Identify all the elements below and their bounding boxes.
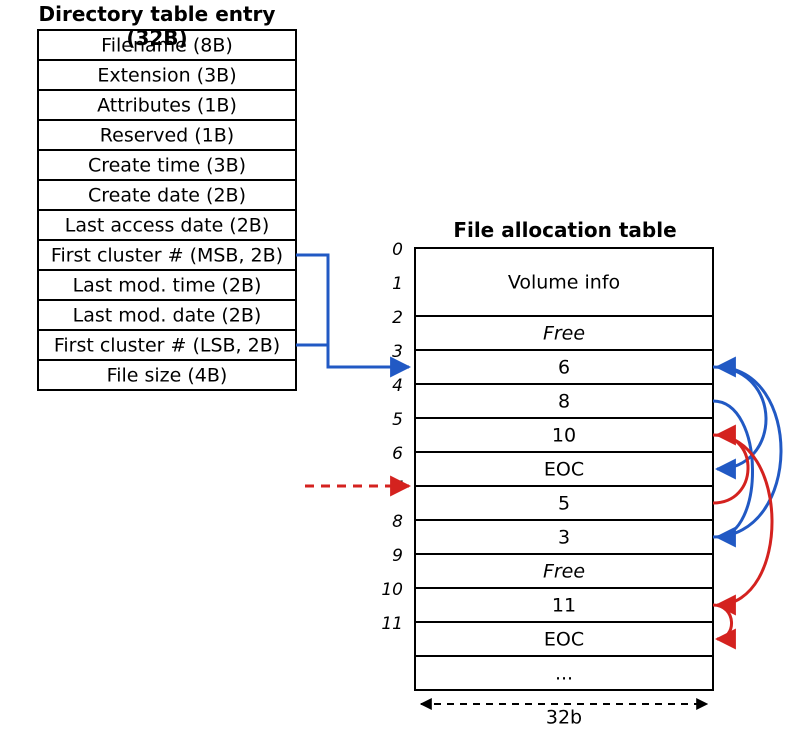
fat-row-label: 11 [552, 595, 576, 617]
fat-index: 3 [392, 342, 403, 362]
dir-row-label: Last mod. time (2B) [73, 275, 262, 297]
fat-width-dimension: 32b [421, 704, 707, 729]
fat-row-label: 5 [558, 493, 570, 515]
arrows-layer [296, 255, 781, 639]
dir-row-label: Attributes (1B) [97, 95, 237, 117]
fat-row-label: 8 [558, 391, 570, 413]
fat-index: 8 [392, 512, 403, 532]
fat-row-label: EOC [544, 459, 584, 481]
fat-row-label: EOC [544, 629, 584, 651]
fat-index: 0 [392, 240, 403, 260]
fat-row-label: 6 [558, 357, 570, 379]
fat-index: 11 [381, 614, 403, 634]
fat-row-label: 3 [558, 527, 570, 549]
dir-row-label: Create time (3B) [88, 155, 246, 177]
width-dimension-label: 32b [546, 707, 582, 729]
dir-row-label: Last access date (2B) [65, 215, 270, 237]
fat-row-label: Volume info [508, 272, 620, 294]
fat-index: 10 [381, 580, 403, 600]
dir-row-label: File size (4B) [107, 365, 228, 387]
dir-row-label: First cluster # (LSB, 2B) [54, 335, 280, 357]
fat-index: 7 [392, 478, 403, 498]
fat-row-label: Free [543, 561, 585, 583]
fat-row-label: 10 [552, 425, 576, 447]
fat-index: 2 [392, 308, 403, 328]
diagram-svg: Filename (8B) Extension (3B) Attributes (1… [0, 0, 800, 734]
dir-row-label: First cluster # (MSB, 2B) [51, 245, 283, 267]
dir-row-label: Reserved (1B) [100, 125, 234, 147]
fat-table: 0 1 2 3 4 5 6 7 8 9 10 11 Volume info Free 6 8 10 EOC 5 3 Fr… [381, 240, 713, 690]
fat-index: 5 [392, 410, 403, 430]
dir-row-label: Create date (2B) [88, 185, 246, 207]
fat-index: 9 [392, 546, 403, 566]
fat-row-label: Free [543, 323, 585, 345]
dir-row-label: Filename (8B) [101, 35, 233, 57]
fat-index: 4 [392, 376, 403, 396]
fat-row-label: ... [555, 663, 573, 685]
fat-index: 1 [392, 274, 403, 294]
dir-row-label: Extension (3B) [97, 65, 236, 87]
fat-index: 6 [392, 444, 403, 464]
dir-table: Filename (8B) Extension (3B) Attributes (1… [38, 30, 296, 390]
dir-row-label: Last mod. date (2B) [73, 305, 262, 327]
arrow-10-to-11 [713, 605, 732, 639]
